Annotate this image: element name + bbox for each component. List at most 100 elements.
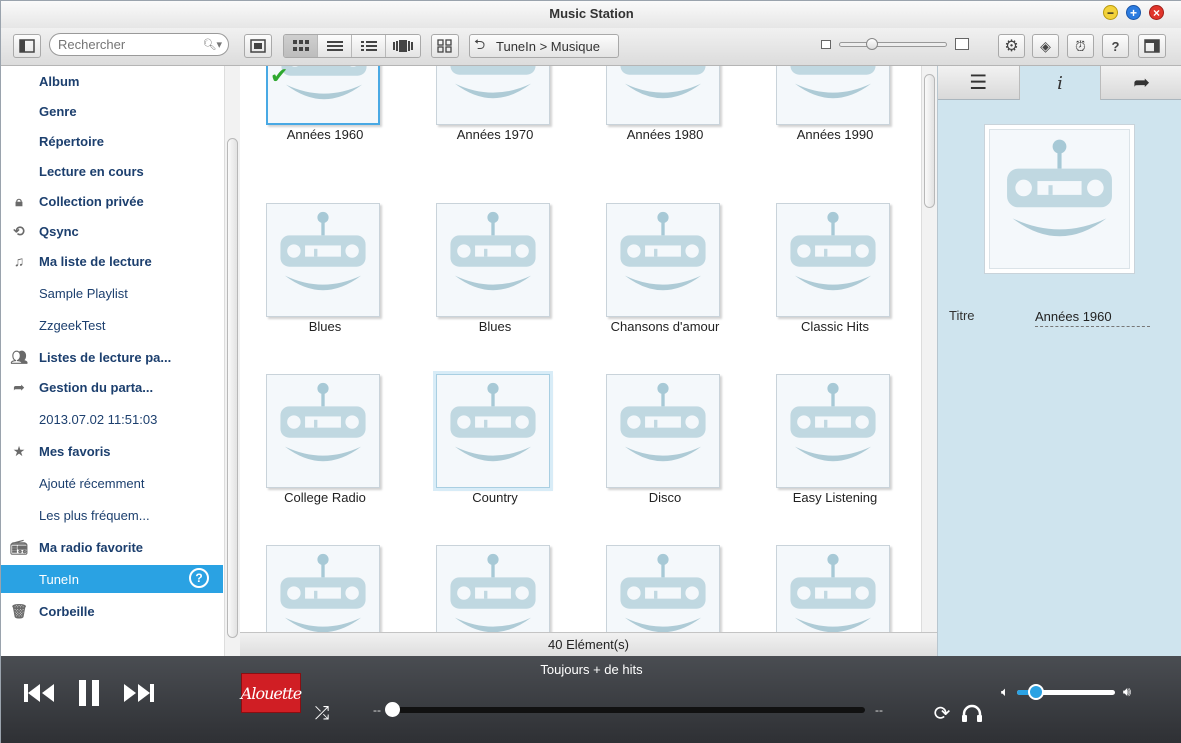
sidebar-scroll-thumb[interactable]	[227, 138, 238, 638]
station-tile[interactable]: Country	[410, 366, 580, 537]
station-tile[interactable]	[240, 537, 410, 632]
zoom-track[interactable]	[839, 37, 947, 50]
station-thumbnail[interactable]	[606, 545, 720, 632]
sidebar-item-5[interactable]: ⟲ Qsync	[1, 217, 223, 245]
now-playing-album-art[interactable]: Alouette	[241, 673, 302, 713]
help-circle-icon[interactable]: ?	[189, 568, 209, 588]
sidebar-item-13[interactable]: Ajouté récemment	[1, 469, 223, 497]
sidebar-item-11[interactable]: 2013.07.02 11:51:03	[1, 405, 223, 433]
volume-thumb[interactable]	[1028, 683, 1045, 700]
headphones-button[interactable]	[959, 700, 985, 726]
multi-select-button[interactable]	[431, 34, 459, 58]
thumbnail-size-slider[interactable]	[821, 37, 969, 50]
station-thumbnail[interactable]	[776, 374, 890, 488]
station-thumbnail[interactable]	[436, 66, 550, 125]
list-view-button[interactable]	[318, 35, 352, 57]
search-icon[interactable]: 🔍︎▾	[203, 38, 223, 51]
package-button[interactable]: ◈	[1032, 34, 1059, 58]
sidebar-item-0[interactable]: Album	[1, 67, 223, 95]
volume-track[interactable]	[1016, 683, 1115, 700]
coverflow-view-button[interactable]	[386, 35, 420, 57]
next-button[interactable]	[119, 680, 157, 706]
sidebar-item-2[interactable]: Répertoire	[1, 127, 223, 155]
sidebar-item-17[interactable]: 🗑︎ Corbeille	[1, 597, 223, 625]
search-box[interactable]: 🔍︎▾	[49, 33, 229, 56]
repeat-button[interactable]: ⟳	[929, 700, 955, 726]
sidebar-item-1[interactable]: Genre	[1, 97, 223, 125]
toggle-details-panel-button[interactable]	[1138, 34, 1166, 58]
sidebar-scrollbar[interactable]	[224, 66, 240, 656]
station-tile[interactable]	[750, 537, 920, 632]
zoom-thumb[interactable]	[866, 37, 878, 50]
now-playing-view-button[interactable]	[244, 34, 272, 58]
station-thumbnail[interactable]	[433, 371, 553, 491]
settings-button[interactable]: ⚙	[998, 34, 1025, 58]
station-thumbnail[interactable]	[436, 545, 550, 632]
sidebar-item-3[interactable]: Lecture en cours	[1, 157, 223, 185]
station-thumbnail[interactable]	[436, 203, 550, 317]
station-thumbnail[interactable]	[776, 203, 890, 317]
toggle-sidebar-button[interactable]	[13, 34, 41, 58]
sidebar-item-7[interactable]: Sample Playlist	[1, 279, 223, 307]
volume-high-icon[interactable]: 🔊︎	[1123, 684, 1131, 700]
tab-menu[interactable]: ☰	[938, 66, 1020, 100]
title-value[interactable]: Années 1960	[1035, 309, 1150, 327]
maximize-button[interactable]: +	[1126, 5, 1141, 20]
station-tile[interactable]	[580, 537, 750, 632]
pause-button[interactable]	[73, 678, 105, 708]
station-thumbnail[interactable]	[606, 66, 720, 125]
minimize-button[interactable]: −	[1103, 5, 1118, 20]
station-tile[interactable]: Classic Hits	[750, 195, 920, 366]
station-thumbnail[interactable]	[266, 545, 380, 632]
station-tile[interactable]: ✔ Années 1960	[240, 66, 410, 174]
station-tile[interactable]: Années 1990	[750, 66, 920, 174]
sidebar-item-4[interactable]: 🔒︎ Collection privée	[1, 187, 223, 215]
sidebar-item-16[interactable]: TuneIn?	[1, 565, 223, 593]
station-thumbnail[interactable]	[776, 545, 890, 632]
help-button[interactable]: ?	[1102, 34, 1129, 58]
station-tile[interactable]: Chansons d'amour	[580, 195, 750, 366]
shuffle-button[interactable]: ⤮	[309, 702, 335, 724]
details-panel: ☰ i ➦ Titre Années 1960	[937, 66, 1181, 656]
sidebar-item-10[interactable]: ➦ Gestion du parta...	[1, 373, 223, 401]
sidebar-item-9[interactable]: 👥︎ Listes de lecture pa...	[1, 343, 223, 371]
detail-list-view-button[interactable]	[352, 35, 386, 57]
radio-icon	[437, 546, 549, 632]
tab-info[interactable]: i	[1019, 66, 1102, 100]
station-thumbnail[interactable]	[266, 374, 380, 488]
back-arrow-icon[interactable]: ⮌	[474, 34, 496, 58]
tab-share[interactable]: ➦	[1101, 66, 1181, 100]
sidebar-item-label: Sample Playlist	[39, 285, 128, 301]
sidebar-item-8[interactable]: ZzgeekTest	[1, 311, 223, 339]
progress-thumb[interactable]	[385, 702, 400, 717]
sidebar-item-14[interactable]: Les plus fréquem...	[1, 501, 223, 529]
volume-low-icon[interactable]: 🔈︎	[1001, 684, 1009, 700]
station-tile[interactable]	[410, 537, 580, 632]
station-tile[interactable]: College Radio	[240, 366, 410, 537]
station-tile[interactable]: Années 1980	[580, 66, 750, 174]
station-thumbnail[interactable]	[606, 203, 720, 317]
station-tile[interactable]: Disco	[580, 366, 750, 537]
sidebar-item-label: Genre	[39, 103, 77, 119]
progress-track[interactable]	[385, 702, 865, 717]
volume-control: 🔈︎ 🔊︎	[1001, 683, 1131, 700]
search-input[interactable]	[58, 37, 198, 52]
station-thumbnail[interactable]	[266, 203, 380, 317]
grid-scroll-thumb[interactable]	[924, 74, 935, 208]
sidebar-item-6[interactable]: ♫ Ma liste de lecture	[1, 247, 223, 275]
alarm-button[interactable]: ⏰︎	[1067, 34, 1094, 58]
grid-view-button[interactable]	[284, 35, 318, 57]
close-button[interactable]: ×	[1149, 5, 1164, 20]
station-tile[interactable]: Easy Listening	[750, 366, 920, 537]
sidebar-item-12[interactable]: ★ Mes favoris	[1, 437, 223, 465]
station-thumbnail[interactable]	[606, 374, 720, 488]
station-thumbnail[interactable]	[776, 66, 890, 125]
station-tile[interactable]: Années 1970	[410, 66, 580, 174]
radio-icon	[777, 66, 889, 124]
sidebar-item-15[interactable]: 📻︎ Ma radio favorite	[1, 533, 223, 561]
sidebar-item-label: Mes favoris	[39, 443, 111, 459]
previous-button[interactable]	[21, 680, 59, 706]
station-tile[interactable]: Blues	[240, 195, 410, 366]
grid-scrollbar[interactable]	[921, 66, 937, 632]
station-tile[interactable]: Blues	[410, 195, 580, 366]
